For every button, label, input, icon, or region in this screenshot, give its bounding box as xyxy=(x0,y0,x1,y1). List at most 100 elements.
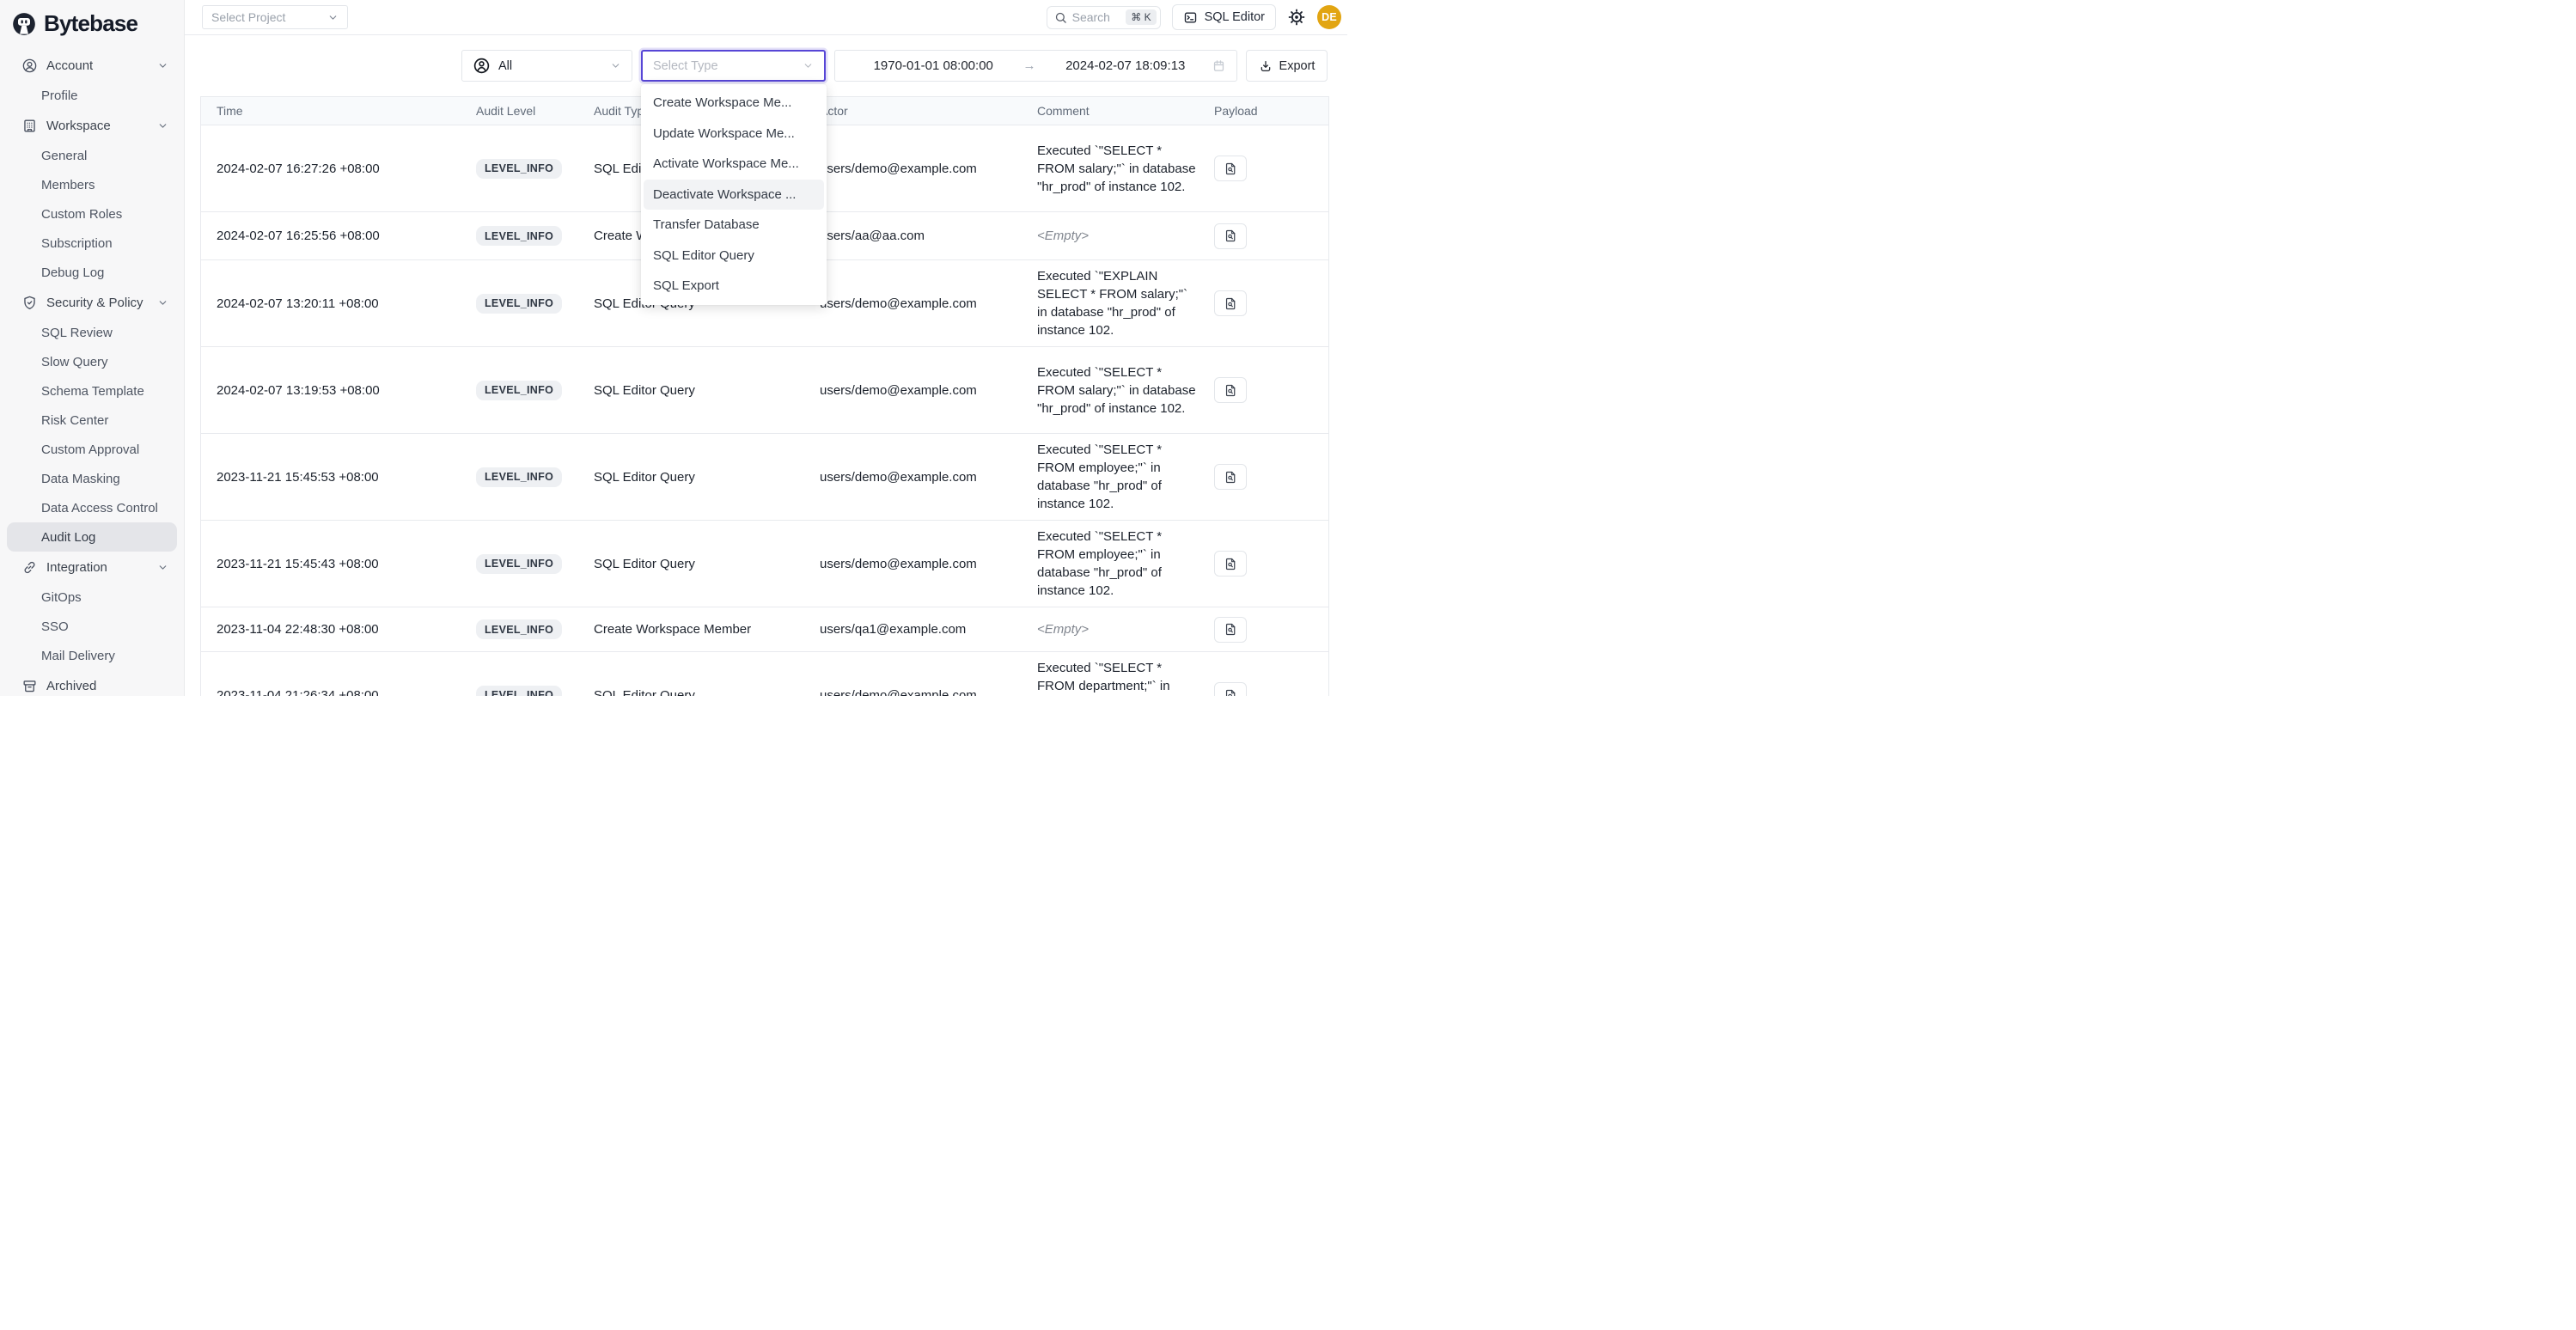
column-header-time: Time xyxy=(201,97,469,125)
menu-item-sql-export[interactable]: SQL Export xyxy=(641,271,827,302)
table-row: 2023-11-04 21:26:34 +08:00 LEVEL_INFO SQ… xyxy=(201,652,1328,696)
sidebar-item-members[interactable]: Members xyxy=(7,170,177,199)
sidebar-item-custom-roles[interactable]: Custom Roles xyxy=(7,199,177,229)
payload-view-button[interactable] xyxy=(1214,551,1247,577)
brand-wordmark: Bytebase xyxy=(44,10,137,37)
row-comment: Executed `"SELECT * FROM department;"` i… xyxy=(1037,659,1200,696)
sidebar-item-security-policy[interactable]: Security & Policy xyxy=(7,288,177,317)
calendar-icon[interactable] xyxy=(1212,58,1226,73)
filter-bar: All Select Type 1970-01-01 08:00:00 → 20… xyxy=(185,50,1328,82)
row-audit-type: SQL Editor Query xyxy=(594,652,813,696)
payload-view-button[interactable] xyxy=(1214,290,1247,316)
audit-level-badge: LEVEL_INFO xyxy=(476,294,562,314)
row-time: 2024-02-07 13:19:53 +08:00 xyxy=(201,347,469,433)
row-time: 2024-02-07 16:27:26 +08:00 xyxy=(201,125,469,211)
sidebar-item-profile[interactable]: Profile xyxy=(7,81,177,110)
building-icon xyxy=(21,118,38,134)
payload-view-button[interactable] xyxy=(1214,464,1247,490)
person-circle-icon xyxy=(473,57,491,75)
user-avatar[interactable]: DE xyxy=(1317,5,1341,29)
row-actor: users/demo@example.com xyxy=(813,125,1037,211)
row-comment-empty: <Empty> xyxy=(1037,620,1089,638)
sidebar-item-slow-query[interactable]: Slow Query xyxy=(7,347,177,376)
date-to[interactable]: 2024-02-07 18:09:13 xyxy=(1040,58,1212,73)
person-circle-icon xyxy=(21,58,38,74)
date-from[interactable]: 1970-01-01 08:00:00 xyxy=(847,58,1020,73)
row-actor: users/demo@example.com xyxy=(813,521,1037,607)
sidebar-item-account[interactable]: Account xyxy=(7,51,177,80)
audit-level-badge: LEVEL_INFO xyxy=(476,159,562,179)
chevron-down-icon xyxy=(327,12,339,23)
actor-filter-select[interactable]: All xyxy=(461,50,632,82)
audit-level-badge: LEVEL_INFO xyxy=(476,381,562,400)
project-select[interactable]: Select Project xyxy=(202,5,348,29)
sidebar-item-audit-log[interactable]: Audit Log xyxy=(7,522,177,552)
sidebar-item-debug-log[interactable]: Debug Log xyxy=(7,258,177,287)
sidebar-item-archived[interactable]: Archived xyxy=(7,671,177,696)
table-row: 2023-11-21 15:45:43 +08:00 LEVEL_INFO SQ… xyxy=(201,521,1328,607)
chevron-down-icon xyxy=(157,297,168,308)
row-comment-empty: <Empty> xyxy=(1037,227,1089,245)
sidebar-item-risk-center[interactable]: Risk Center xyxy=(7,406,177,435)
type-filter-select[interactable]: Select Type xyxy=(641,50,826,82)
sidebar-item-data-access-control[interactable]: Data Access Control xyxy=(7,493,177,522)
row-actor: users/aa@aa.com xyxy=(813,212,1037,259)
audit-level-badge: LEVEL_INFO xyxy=(476,619,562,639)
row-time: 2023-11-21 15:45:53 +08:00 xyxy=(201,434,469,520)
row-actor: users/qa1@example.com xyxy=(813,607,1037,651)
sidebar: Bytebase Account Profile xyxy=(0,0,185,696)
topbar: Select Project Search ⌘ K SQL Editor xyxy=(185,0,1347,35)
menu-item-deactivate-workspace-member[interactable]: Deactivate Workspace ... xyxy=(644,180,824,210)
chevron-down-icon xyxy=(610,60,621,71)
row-time: 2024-02-07 16:25:56 +08:00 xyxy=(201,212,469,259)
settings-gear-icon[interactable] xyxy=(1287,8,1306,27)
chevron-down-icon xyxy=(157,60,168,71)
date-range-picker[interactable]: 1970-01-01 08:00:00 → 2024-02-07 18:09:1… xyxy=(834,50,1237,82)
audit-level-badge: LEVEL_INFO xyxy=(476,467,562,487)
payload-view-button[interactable] xyxy=(1214,377,1247,403)
app-logo[interactable]: Bytebase xyxy=(0,0,184,37)
sidebar-item-subscription[interactable]: Subscription xyxy=(7,229,177,258)
bytebase-mascot-icon xyxy=(12,12,36,36)
sidebar-item-sso[interactable]: SSO xyxy=(7,612,177,641)
sidebar-nav: Account Profile Workspace General Member… xyxy=(0,37,184,696)
chain-link-icon xyxy=(21,559,38,576)
payload-view-button[interactable] xyxy=(1214,682,1247,696)
row-actor: users/demo@example.com xyxy=(813,347,1037,433)
row-actor: users/demo@example.com xyxy=(813,260,1037,346)
payload-view-button[interactable] xyxy=(1214,223,1247,249)
payload-view-button[interactable] xyxy=(1214,617,1247,643)
sidebar-item-schema-template[interactable]: Schema Template xyxy=(7,376,177,406)
sidebar-item-integration[interactable]: Integration xyxy=(7,552,177,582)
sql-editor-button[interactable]: SQL Editor xyxy=(1172,4,1276,30)
payload-view-button[interactable] xyxy=(1214,156,1247,181)
sidebar-item-sql-review[interactable]: SQL Review xyxy=(7,318,177,347)
menu-item-sql-editor-query[interactable]: SQL Editor Query xyxy=(641,241,827,271)
row-actor: users/demo@example.com xyxy=(813,434,1037,520)
shield-check-icon xyxy=(21,295,38,311)
export-button[interactable]: Export xyxy=(1246,50,1328,82)
audit-level-badge: LEVEL_INFO xyxy=(476,226,562,246)
chevron-down-icon xyxy=(803,60,814,71)
search-input[interactable]: Search ⌘ K xyxy=(1047,6,1161,29)
menu-item-create-workspace-member[interactable]: Create Workspace Me... xyxy=(641,88,827,119)
menu-item-activate-workspace-member[interactable]: Activate Workspace Me... xyxy=(641,149,827,180)
sidebar-item-general[interactable]: General xyxy=(7,141,177,170)
row-audit-type: SQL Editor Query xyxy=(594,347,813,433)
arrow-right-icon: → xyxy=(1020,58,1040,73)
sidebar-item-mail-delivery[interactable]: Mail Delivery xyxy=(7,641,177,670)
table-row: 2024-02-07 13:19:53 +08:00 LEVEL_INFO SQ… xyxy=(201,347,1328,434)
chevron-down-icon xyxy=(157,120,168,131)
sidebar-item-custom-approval[interactable]: Custom Approval xyxy=(7,435,177,464)
table-row: 2023-11-04 22:48:30 +08:00 LEVEL_INFO Cr… xyxy=(201,607,1328,652)
audit-level-badge: LEVEL_INFO xyxy=(476,554,562,574)
row-comment: Executed `"SELECT * FROM salary;"` in da… xyxy=(1037,142,1200,196)
row-audit-type: SQL Editor Query xyxy=(594,434,813,520)
column-header-payload: Payload xyxy=(1207,97,1328,125)
sidebar-item-data-masking[interactable]: Data Masking xyxy=(7,464,177,493)
sidebar-item-workspace[interactable]: Workspace xyxy=(7,111,177,140)
row-time: 2024-02-07 13:20:11 +08:00 xyxy=(201,260,469,346)
menu-item-transfer-database[interactable]: Transfer Database xyxy=(641,210,827,241)
menu-item-update-workspace-member[interactable]: Update Workspace Me... xyxy=(641,119,827,149)
sidebar-item-gitops[interactable]: GitOps xyxy=(7,583,177,612)
